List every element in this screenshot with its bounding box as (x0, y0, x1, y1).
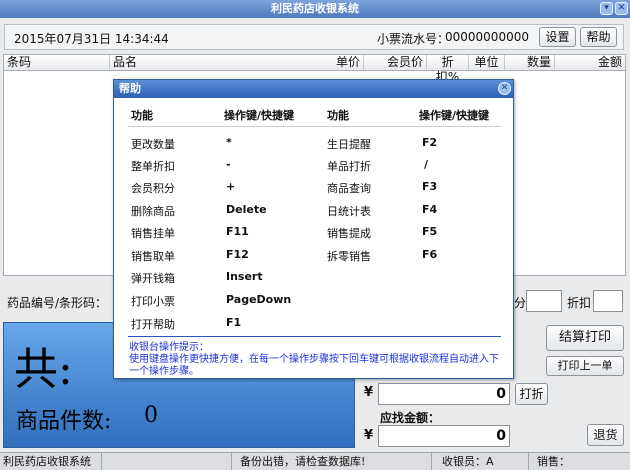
help-tip-text: 使用键盘操作更快捷方便，在每一个操作步骤按下回车键可根据收银流程自动进入下一个操… (129, 354, 499, 377)
checkout-print-button[interactable]: 结算打印 (546, 325, 624, 351)
help-col-key-left: 操作键/快捷键 (224, 109, 295, 122)
help-tip-title: 收银台操作提示： (129, 342, 209, 353)
help-key: / (424, 158, 429, 171)
help-key: F2 (422, 136, 438, 149)
datetime: 2015年07月31日 14:34:44 (14, 32, 169, 46)
help-func: 单品打折 (327, 160, 371, 173)
window-title-bar: 利民药店收银系统 ▾ ✕ (0, 0, 630, 18)
reprint-last-button[interactable]: 打印上一单 (546, 356, 624, 376)
serial-value: 00000000000 (445, 30, 529, 44)
help-key: - (226, 158, 231, 171)
help-dialog: 帮助 ✕ 功能 操作键/快捷键 功能 操作键/快捷键 更改数量 * 整单折扣 -… (113, 79, 514, 379)
help-dialog-title-bar: 帮助 ✕ (114, 80, 513, 98)
top-info-bar: 2015年07月31日 14:34:44 小票流水号： 00000000000 … (4, 24, 624, 50)
settings-button[interactable]: 设置 (539, 27, 576, 47)
serial-label: 小票流水号： (377, 32, 450, 46)
help-func: 删除商品 (131, 205, 175, 218)
status-sales: 销售： (537, 455, 570, 468)
help-key: + (226, 180, 236, 193)
col-price[interactable]: 单价 (319, 55, 364, 70)
help-key: PageDown (226, 293, 292, 306)
change-amount-field (378, 425, 510, 447)
help-key: Delete (226, 203, 267, 216)
help-button[interactable]: 帮助 (580, 27, 617, 47)
item-count-label: 商品件数: (16, 409, 112, 434)
help-col-key-right: 操作键/快捷键 (419, 109, 490, 122)
refund-button[interactable]: 退货 (587, 424, 624, 446)
help-func: 商品查询 (327, 182, 371, 195)
col-quantity[interactable]: 数量 (505, 55, 555, 70)
col-member-price[interactable]: 会员价 (364, 55, 427, 70)
help-col-func-left: 功能 (131, 109, 153, 122)
minimize-icon[interactable]: ▾ (600, 2, 613, 15)
help-header-divider (128, 126, 501, 127)
change-yen-icon: ¥ (364, 428, 374, 443)
help-func: 整单折扣 (131, 160, 175, 173)
help-key: F12 (226, 248, 249, 261)
window-title: 利民药店收银系统 (271, 2, 359, 15)
item-count-value: 0 (144, 403, 158, 428)
help-tip-divider (128, 336, 501, 337)
help-key: F3 (422, 180, 438, 193)
help-col-func-right: 功能 (327, 109, 349, 122)
help-func: 销售取单 (131, 250, 175, 263)
help-func: 弹开钱箱 (131, 272, 175, 285)
help-func: 日统计表 (327, 205, 371, 218)
help-key: F6 (422, 248, 438, 261)
status-bar: 利民药店收银系统 备份出错，请检查数据库! 收银员：A 销售： (0, 452, 630, 470)
received-amount-input[interactable] (378, 383, 510, 405)
barcode-label: 药品编号/条形码： (7, 296, 108, 310)
close-icon[interactable]: ✕ (615, 2, 628, 15)
help-func: 拆零销售 (327, 250, 371, 263)
help-func: 更改数量 (131, 138, 175, 151)
item-discount-input[interactable] (593, 290, 623, 312)
help-func: 生日提醒 (327, 138, 371, 151)
col-amount[interactable]: 金额 (555, 55, 625, 70)
total-label: 共: (14, 344, 73, 395)
help-dialog-close-icon[interactable]: ✕ (498, 82, 511, 95)
discount-points-input[interactable] (526, 290, 562, 312)
help-tip: 收银台操作提示： 使用键盘操作更快捷方便，在每一个操作步骤按下回车键可根据收银流… (129, 342, 504, 378)
help-key: F1 (226, 316, 242, 329)
status-app-name: 利民药店收银系统 (0, 453, 102, 470)
status-warning: 备份出错，请检查数据库! (232, 453, 432, 470)
help-key: F4 (422, 203, 438, 216)
status-cashier: 收银员：A (432, 453, 529, 470)
col-discount[interactable]: 折扣% (427, 55, 469, 84)
status-spacer (102, 453, 232, 470)
help-func: 打开帮助 (131, 318, 175, 331)
change-label: 应找金额： (380, 411, 441, 425)
help-key: * (226, 136, 232, 149)
help-func: 会员积分 (131, 182, 175, 195)
discount-points-label: 分 (514, 296, 527, 310)
help-key: F11 (226, 225, 249, 238)
received-yen-icon: ¥ (364, 385, 374, 400)
help-dialog-title: 帮助 (119, 82, 141, 95)
discount-button[interactable]: 打折 (515, 383, 548, 405)
help-key: Insert (226, 270, 263, 283)
help-func: 销售提成 (327, 227, 371, 240)
help-key: F5 (422, 225, 438, 238)
col-unit[interactable]: 单位 (469, 55, 505, 70)
help-func: 打印小票 (131, 295, 175, 308)
col-barcode[interactable]: 条码 (4, 55, 110, 70)
item-discount-label: 折扣 (567, 296, 592, 310)
help-func: 销售挂单 (131, 227, 175, 240)
table-header: 条码 品名 单价 会员价 折扣% 单位 数量 金额 (4, 55, 625, 84)
